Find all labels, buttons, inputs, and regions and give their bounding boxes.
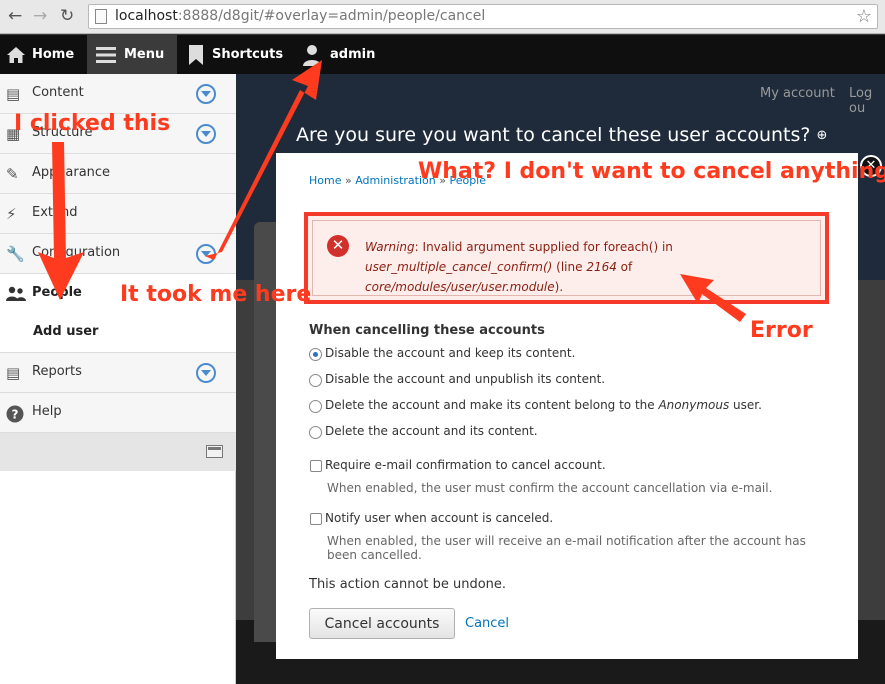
address-bar[interactable]: localhost:8888/d8git/#overlay=admin/peop…	[88, 4, 878, 29]
sidebar-item-label: Content	[32, 85, 84, 100]
sidebar-item-reports[interactable]: ▤ Reports	[0, 353, 236, 393]
sidebar-item-label: Add user	[33, 324, 99, 339]
logout-link[interactable]: Log ou	[849, 86, 885, 116]
warning-message-text: Warning: Invalid argument supplied for f…	[365, 240, 673, 294]
cancel-link[interactable]: Cancel	[465, 616, 509, 631]
toolbar-shortcuts-label: Shortcuts	[212, 47, 284, 62]
sidebar-item-add-user[interactable]: Add user	[0, 313, 236, 353]
toolbar-shortcuts[interactable]: Shortcuts	[188, 35, 288, 74]
sidebar-tray: ▤ Content ▦ Structure ✎ Appearance ⚡ Ext…	[0, 74, 236, 684]
chevron-down-icon[interactable]	[196, 84, 216, 104]
warning-message: ✕ Warning: Invalid argument supplied for…	[312, 220, 821, 296]
sidebar-item-label: Configuration	[32, 245, 121, 260]
sidebar-item-extend[interactable]: ⚡ Extend	[0, 194, 236, 234]
notify-user-checkbox[interactable]	[310, 513, 322, 525]
checkbox-label[interactable]: Notify user when account is canceled.	[325, 511, 553, 525]
checkbox-description: When enabled, the user must confirm the …	[327, 481, 773, 495]
irreversible-notice: This action cannot be undone.	[309, 577, 507, 592]
require-confirmation-checkbox[interactable]	[310, 460, 322, 472]
toolbar-home-label: Home	[32, 47, 75, 62]
add-shortcut-icon[interactable]: ⊕	[817, 128, 828, 143]
toolbar-user-label: admin	[330, 47, 376, 62]
breadcrumb-separator: »	[344, 174, 352, 187]
chevron-down-icon[interactable]	[196, 124, 216, 144]
url-text: localhost:8888/d8git/#overlay=admin/peop…	[115, 8, 486, 24]
sidebar-item-label: Extend	[32, 205, 78, 220]
radio-label[interactable]: Disable the account and keep its content…	[325, 346, 575, 360]
radio-disable-unpublish[interactable]	[309, 374, 322, 387]
svg-text:?: ?	[12, 408, 19, 422]
sidebar-item-label: Reports	[32, 364, 82, 379]
annotation-what: What? I don't want to cancel anything!	[418, 159, 885, 184]
overlay-title: Are you sure you want to cancel these us…	[296, 124, 827, 146]
sidebar-item-appearance[interactable]: ✎ Appearance	[0, 154, 236, 194]
chevron-down-icon[interactable]	[196, 363, 216, 383]
breadcrumb-home[interactable]: Home	[309, 174, 341, 187]
toolbar-home[interactable]: Home	[6, 35, 86, 74]
help-icon: ?	[6, 405, 24, 423]
menu-icon	[96, 46, 116, 63]
sidebar-item-label: Appearance	[32, 165, 111, 180]
error-icon: ✕	[327, 235, 349, 257]
radio-label[interactable]: Delete the account and its content.	[325, 424, 538, 438]
overlay-title-text: Are you sure you want to cancel these us…	[296, 124, 811, 146]
sidebar-item-label: Help	[32, 404, 62, 419]
wrench-icon: 🔧	[6, 245, 25, 263]
warning-message-highlight: ✕ Warning: Invalid argument supplied for…	[304, 212, 829, 304]
reload-icon[interactable]: ↻	[60, 6, 74, 26]
radio-delete-all[interactable]	[309, 426, 322, 439]
form-fieldset-title: When cancelling these accounts	[309, 323, 545, 338]
radio-label[interactable]: Disable the account and unpublish its co…	[325, 372, 605, 386]
reports-icon: ▤	[6, 364, 21, 382]
cancel-accounts-button[interactable]: Cancel accounts	[309, 608, 455, 639]
sidebar-item-content[interactable]: ▤ Content	[0, 74, 236, 114]
radio-label[interactable]: Delete the account and make its content …	[325, 398, 762, 412]
document-icon: ▤	[6, 85, 21, 103]
user-icon	[303, 44, 321, 66]
brush-icon: ✎	[6, 165, 19, 183]
sidebar-item-label: People	[32, 285, 82, 300]
sidebar-item-help[interactable]: ? Help	[0, 393, 236, 433]
admin-toolbar: Home Menu Shortcuts admin	[0, 35, 885, 74]
bookmark-star-icon[interactable]: ☆	[856, 6, 872, 27]
annotation-error: Error	[750, 318, 813, 343]
chevron-down-icon[interactable]	[196, 244, 216, 264]
plug-icon: ⚡	[6, 205, 17, 223]
page-icon	[95, 9, 107, 24]
radio-delete-reassign[interactable]	[309, 400, 322, 413]
annotation-took-me: It took me here	[120, 282, 312, 307]
back-icon[interactable]: ←	[8, 6, 22, 26]
bookmark-icon	[189, 44, 203, 65]
sidebar-item-configuration[interactable]: 🔧 Configuration	[0, 234, 236, 274]
collapse-tray-icon[interactable]	[206, 445, 223, 458]
annotation-clicked: I clicked this	[14, 111, 171, 136]
forward-icon[interactable]: →	[33, 6, 47, 26]
people-icon	[6, 286, 26, 302]
toolbar-menu-label: Menu	[124, 47, 165, 62]
browser-chrome: ← → ↻ localhost:8888/d8git/#overlay=admi…	[0, 0, 885, 34]
home-icon	[7, 46, 25, 63]
sidebar-footer	[0, 433, 236, 471]
radio-disable-keep[interactable]	[309, 348, 322, 361]
checkbox-description: When enabled, the user will receive an e…	[327, 534, 806, 562]
my-account-link[interactable]: My account	[760, 86, 835, 101]
toolbar-user[interactable]: admin	[302, 35, 382, 74]
toolbar-menu[interactable]: Menu	[87, 35, 177, 74]
checkbox-label[interactable]: Require e-mail confirmation to cancel ac…	[325, 458, 606, 472]
